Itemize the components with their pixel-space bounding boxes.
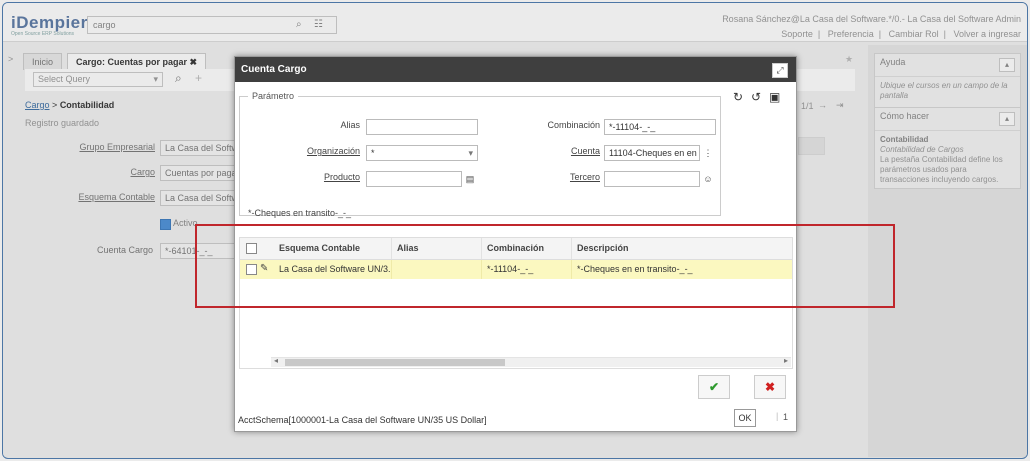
cell-descripcion: *-Cheques en en transito-_-_ [577, 264, 693, 274]
table-row[interactable]: ✎ La Casa del Software UN/3... *-11104-_… [240, 260, 792, 279]
dialog-title: Cuenta Cargo [235, 57, 796, 82]
status-number: 1 [783, 412, 789, 422]
select-all-checkbox[interactable] [246, 243, 257, 254]
status-text: AcctSchema[1000001-La Casa del Software … [238, 415, 487, 425]
cuenta-input[interactable]: 11104-Cheques en en [604, 145, 700, 161]
more-icon[interactable]: ⋮ [701, 146, 715, 160]
cart-icon[interactable]: ▤ [463, 172, 477, 186]
cuenta-label[interactable]: Cuenta [540, 146, 600, 156]
person-icon[interactable]: ☺ [701, 172, 715, 186]
alias-label: Alias [340, 120, 360, 130]
organizacion-select[interactable]: * ▾ [366, 145, 478, 161]
col-descripcion[interactable]: Descripción [572, 238, 792, 259]
edit-icon[interactable]: ✎ [260, 263, 268, 274]
cancel-button[interactable]: ✖ [754, 375, 786, 399]
organizacion-value: * [371, 148, 375, 158]
grid-header: Esquema Contable Alias Combinación Descr… [240, 238, 792, 260]
col-alias[interactable]: Alias [392, 238, 482, 259]
parameter-fieldset: Parámetro Alias Combinación *-11104-_-_ … [239, 91, 721, 216]
cell-esquema: La Casa del Software UN/3... [274, 260, 392, 279]
close-icon: ✖ [764, 380, 776, 394]
check-icon: ✔ [708, 380, 720, 394]
dialog-status-bar: AcctSchema[1000001-La Casa del Software … [235, 397, 796, 431]
scroll-right-icon[interactable]: ▸ [784, 356, 788, 365]
scrollbar-thumb[interactable] [285, 359, 505, 366]
chevron-down-icon: ▾ [468, 148, 473, 158]
combinacion-label: Combinación [547, 120, 600, 130]
producto-input[interactable] [366, 171, 462, 187]
cell-alias [392, 260, 482, 279]
combinacion-input[interactable]: *-11104-_-_ [604, 119, 716, 135]
undo-icon[interactable]: ↺ [751, 90, 761, 104]
status-divider: | [776, 411, 779, 421]
organizacion-label[interactable]: Organización [290, 146, 360, 156]
alias-input[interactable] [366, 119, 478, 135]
refresh-icon[interactable]: ↻ [733, 90, 743, 104]
account-dialog: Cuenta Cargo ⤢ Parámetro Alias Combinaci… [234, 56, 797, 432]
combination-description: *-Cheques en transito-_-_ [248, 208, 352, 218]
parameter-legend: Parámetro [248, 91, 299, 101]
accounts-grid: Esquema Contable Alias Combinación Descr… [239, 237, 793, 369]
tercero-input[interactable] [604, 171, 700, 187]
ok-button[interactable]: OK [734, 409, 756, 427]
producto-label[interactable]: Producto [290, 172, 360, 182]
col-esquema[interactable]: Esquema Contable [274, 238, 392, 259]
col-combinacion[interactable]: Combinación [482, 238, 572, 259]
save-icon[interactable]: ▣ [769, 90, 780, 104]
horizontal-scrollbar[interactable]: ◂ ▸ [271, 356, 791, 367]
row-checkbox[interactable] [246, 264, 257, 275]
maximize-icon[interactable]: ⤢ [772, 63, 788, 78]
cell-combinacion: *-11104-_-_ [482, 260, 572, 279]
scroll-left-icon[interactable]: ◂ [274, 356, 278, 365]
confirm-button[interactable]: ✔ [698, 375, 730, 399]
tercero-label[interactable]: Tercero [540, 172, 600, 182]
